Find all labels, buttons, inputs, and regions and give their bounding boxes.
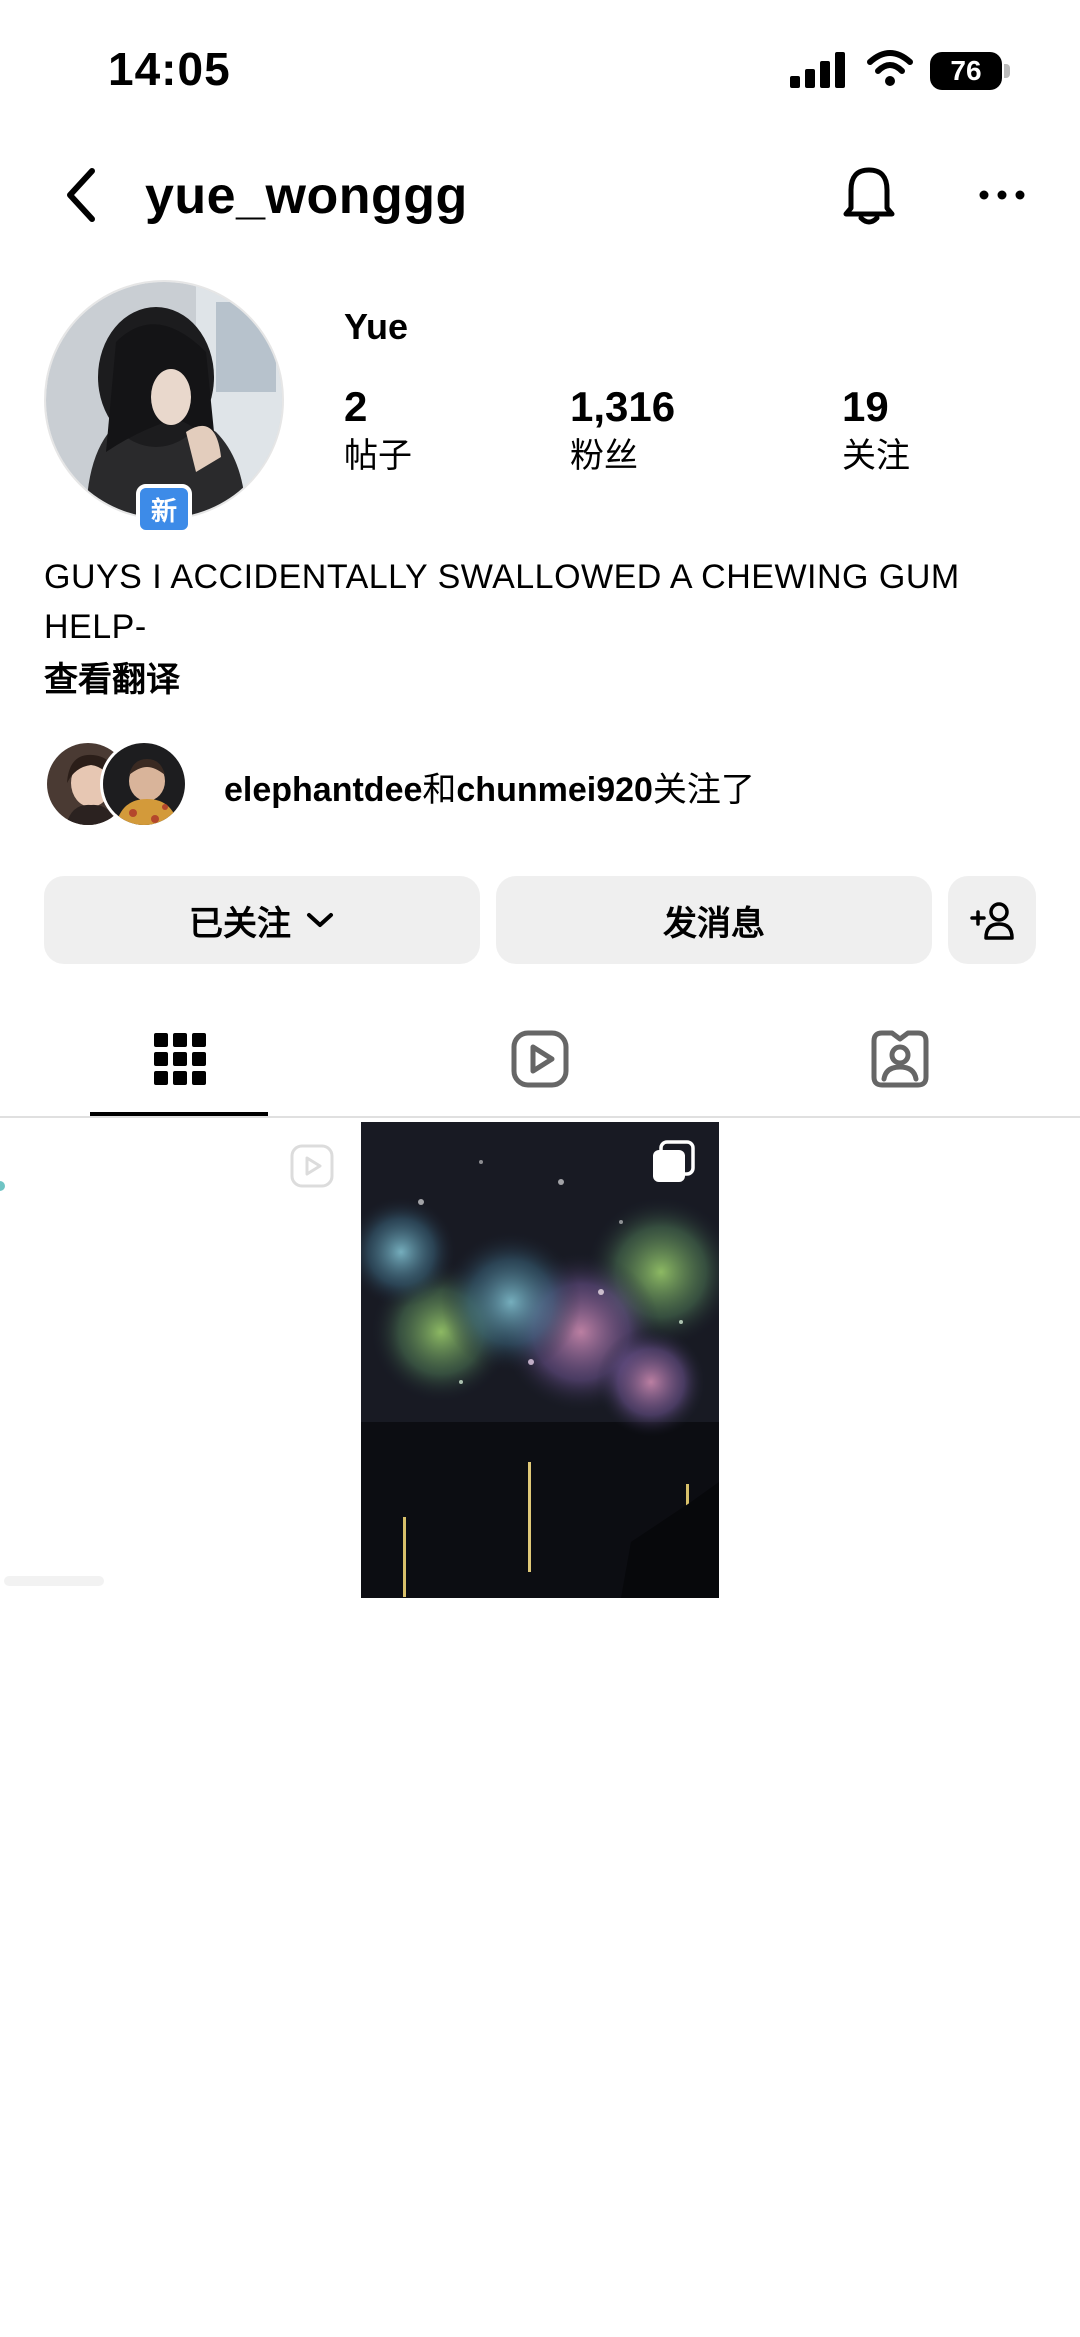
chevron-down-icon [307,913,333,927]
profile-tabs [0,1000,1080,1118]
stat-label: 粉丝 [570,437,638,475]
stat-value: 2 [344,383,368,430]
battery-level: 76 [930,52,1002,90]
battery-icon: 76 [930,52,1010,90]
add-person-icon [970,902,1014,940]
message-label: 发消息 [663,904,765,943]
stat-value: 19 [842,383,889,430]
suggest-people-button[interactable] [948,876,1036,964]
stat-followers[interactable]: 1,316 粉丝 [570,384,675,476]
tagged-icon [871,1030,929,1088]
see-translation-link[interactable]: 查看翻译 [44,652,180,701]
stat-following[interactable]: 19 关注 [842,384,910,476]
carousel-badge-icon [653,1140,695,1182]
reel-badge-icon [290,1144,334,1188]
mutual-followers[interactable]: elephantdee和chunmei920关注了 [44,740,1044,828]
more-icon [979,190,1025,200]
message-button[interactable]: 发消息 [496,876,932,964]
status-time: 14:05 [108,43,231,95]
mutual-avatar-2 [100,740,188,828]
stat-value: 1,316 [570,383,676,430]
stat-posts[interactable]: 2 帖子 [344,384,412,476]
mutual-conj: 和 [422,771,457,809]
bell-icon [843,167,895,225]
notifications-button[interactable] [836,158,902,230]
profile-avatar-wrap[interactable]: 新 [44,280,284,534]
grid-icon [154,1033,206,1085]
back-arrow-icon [67,168,95,222]
profile-header: yue_wonggg [0,140,1080,250]
mutual-user-2[interactable]: chunmei920 [456,771,653,809]
more-options-button[interactable] [972,170,1032,220]
tab-posts-grid[interactable] [0,1000,360,1118]
mutual-suffix: 关注了 [652,771,755,809]
following-label: 已关注 [189,904,291,943]
wifi-icon [867,50,913,86]
new-badge: 新 [136,484,192,534]
tab-tagged[interactable] [720,1000,1080,1118]
page-title: yue_wonggg [145,167,468,225]
stat-label: 关注 [842,437,910,475]
display-name: Yue [344,306,409,347]
status-bar: 14:05 76 [0,0,1080,140]
reels-icon [511,1030,569,1088]
mutual-followers-text: elephantdee和chunmei920关注了 [224,762,755,811]
back-button[interactable] [50,162,110,228]
mutual-user-1[interactable]: elephantdee [224,771,422,809]
signal-icon [790,52,845,88]
grid-post-1[interactable] [0,1122,358,1598]
bio-text: GUYS I ACCIDENTALLY SWALLOWED A CHEWING … [44,558,960,646]
grid-post-2[interactable] [361,1122,719,1598]
following-button[interactable]: 已关注 [44,876,480,964]
tab-reels[interactable] [360,1000,720,1118]
active-tab-indicator [90,1112,268,1116]
stat-label: 帖子 [344,437,412,475]
